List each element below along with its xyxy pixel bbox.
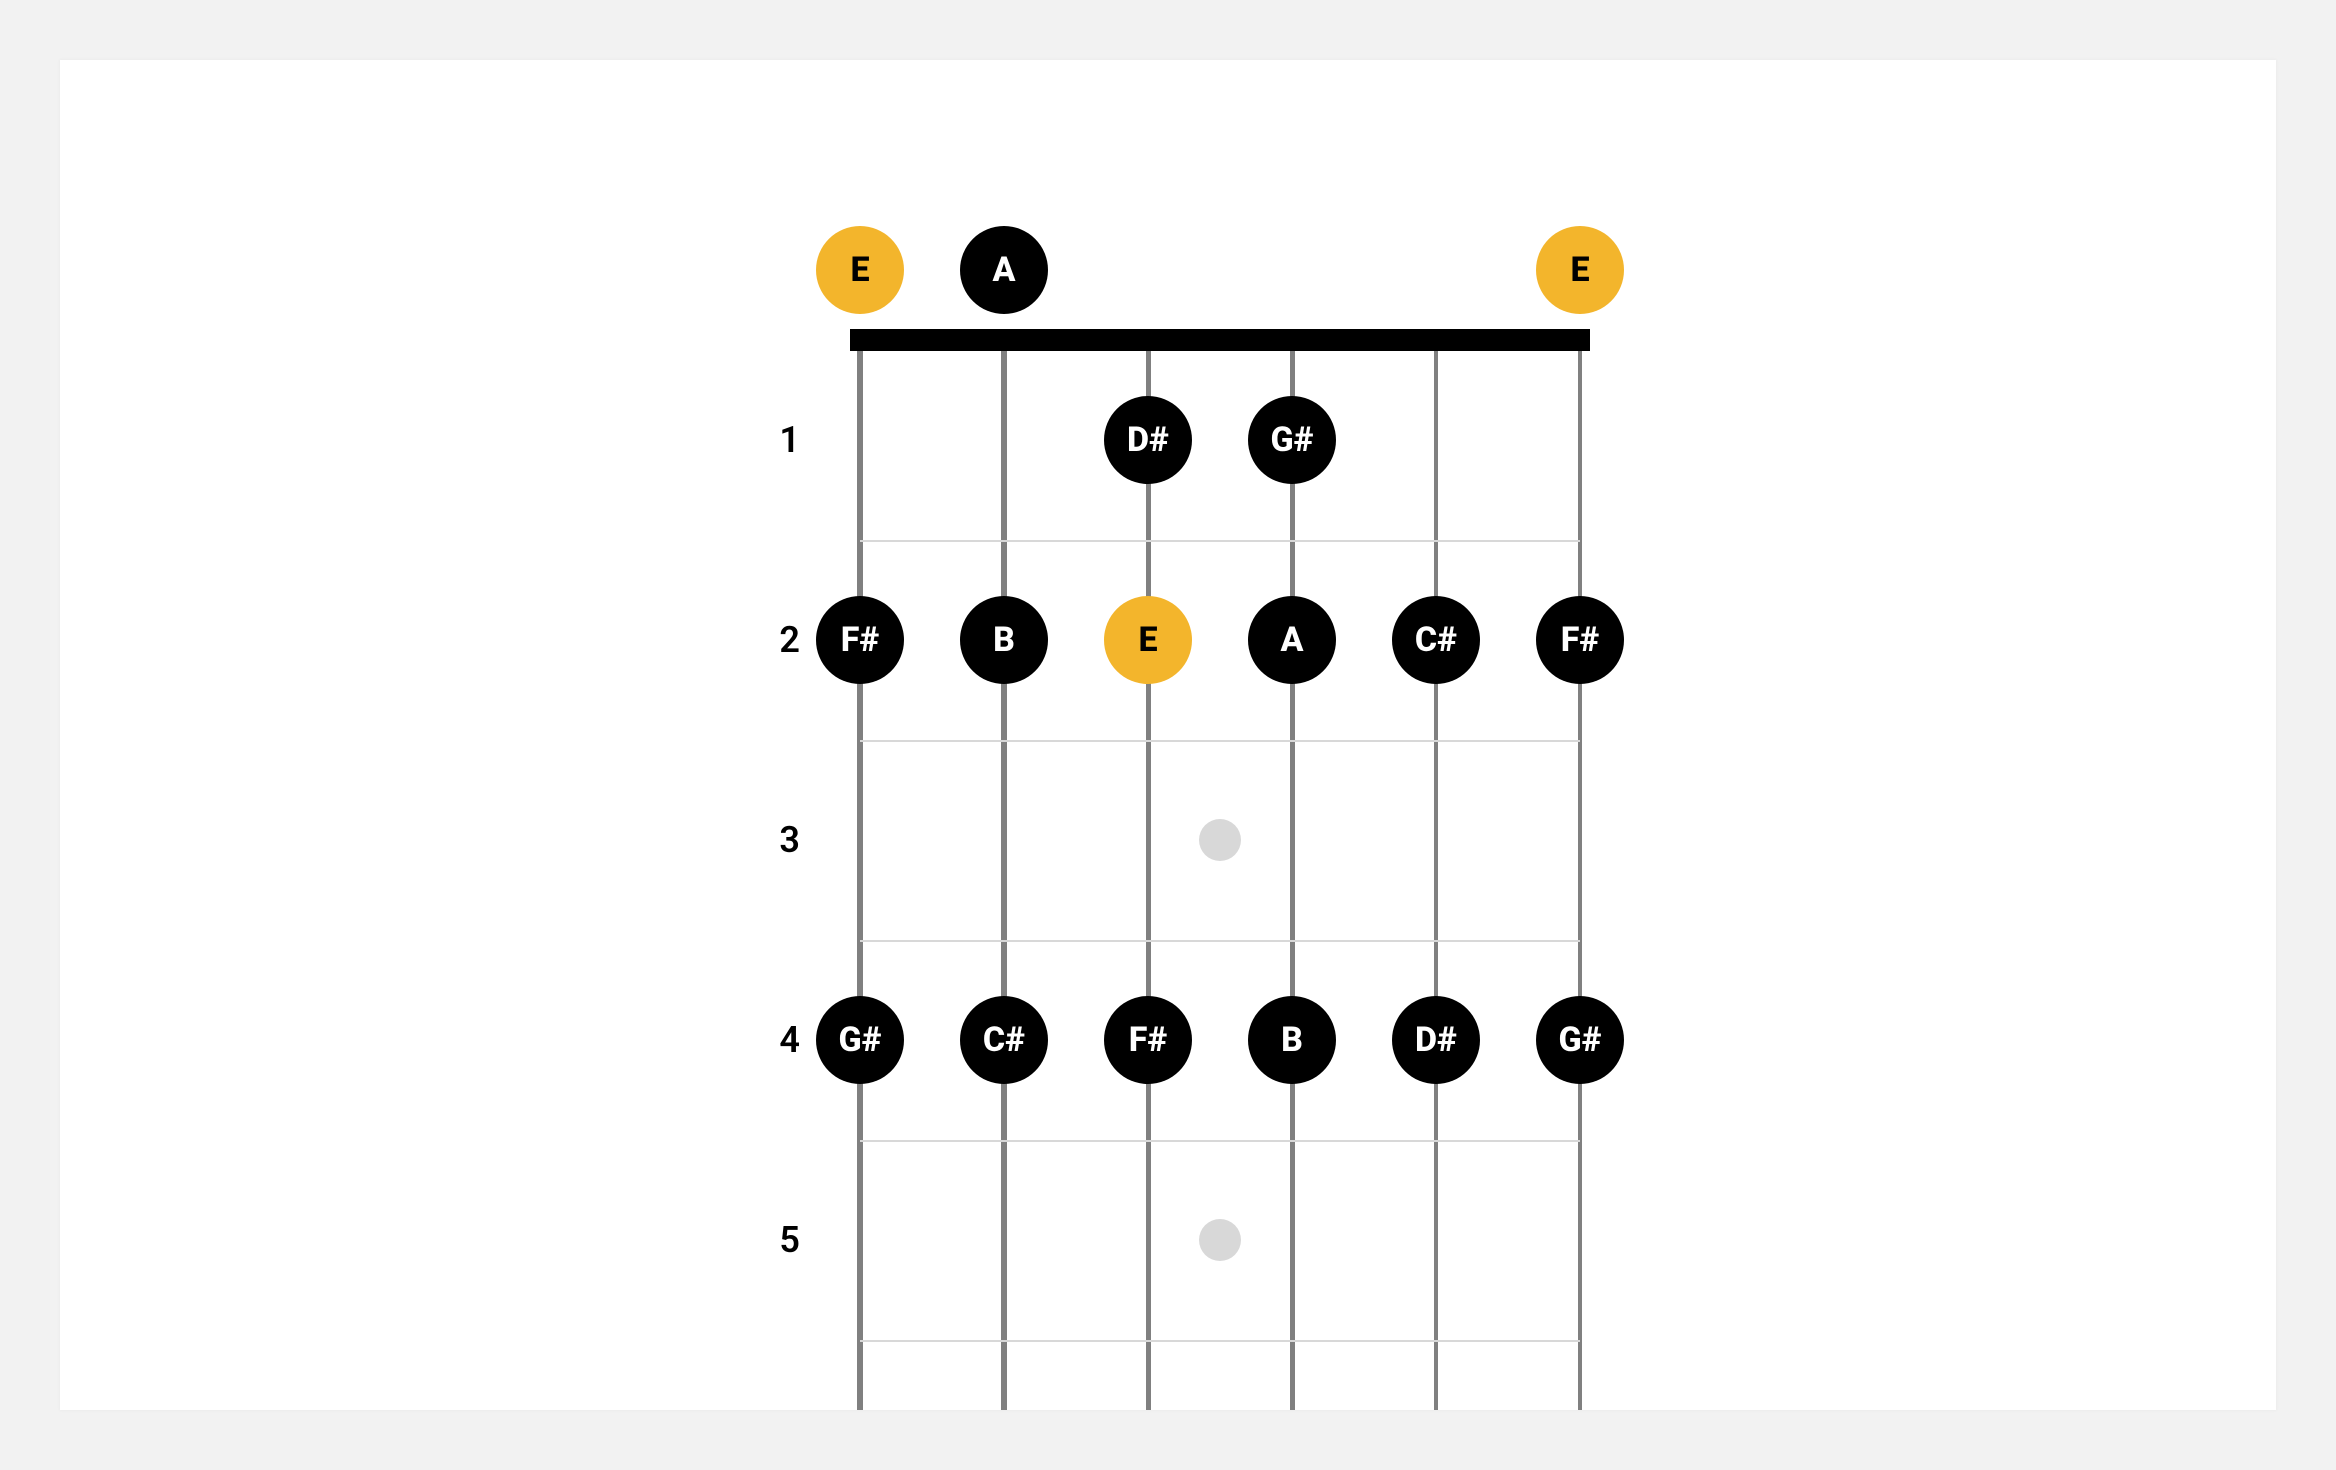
- note-fret-4-string-3: F#: [1104, 996, 1192, 1084]
- fretboard-card: 12345EAED#G#F#BEAC#F#G#C#F#BD#G#: [60, 60, 2276, 1410]
- note-fret-2-string-3: E: [1104, 596, 1192, 684]
- fret-wire-1: [860, 540, 1580, 542]
- note-fret-2-string-6: F#: [1536, 596, 1624, 684]
- note-fret-2-string-1: F#: [816, 596, 904, 684]
- note-fret-2-string-5: C#: [1392, 596, 1480, 684]
- open-note-string-6: E: [1536, 226, 1624, 314]
- fret-wire-5: [860, 1340, 1580, 1342]
- fret-wire-3: [860, 940, 1580, 942]
- note-fret-2-string-4: A: [1248, 596, 1336, 684]
- note-fret-4-string-4: B: [1248, 996, 1336, 1084]
- fret-wire-4: [860, 1140, 1580, 1142]
- fret-label-5: 5: [760, 1219, 800, 1261]
- note-fret-4-string-1: G#: [816, 996, 904, 1084]
- fret-label-4: 4: [760, 1019, 800, 1061]
- page-background: 12345EAED#G#F#BEAC#F#G#C#F#BD#G#: [0, 0, 2336, 1470]
- string-1: [857, 340, 863, 1410]
- fret-label-1: 1: [760, 419, 800, 461]
- inlay-fret-5: [1199, 1219, 1241, 1261]
- open-note-string-1: E: [816, 226, 904, 314]
- string-4: [1290, 340, 1295, 1410]
- nut: [850, 329, 1590, 351]
- string-3: [1146, 340, 1151, 1410]
- fret-label-2: 2: [760, 619, 800, 661]
- inlay-fret-3: [1199, 819, 1241, 861]
- fret-wire-2: [860, 740, 1580, 742]
- string-6: [1578, 340, 1582, 1410]
- string-5: [1434, 340, 1438, 1410]
- note-fret-4-string-6: G#: [1536, 996, 1624, 1084]
- open-note-string-2: A: [960, 226, 1048, 314]
- note-fret-1-string-3: D#: [1104, 396, 1192, 484]
- note-fret-4-string-5: D#: [1392, 996, 1480, 1084]
- note-fret-4-string-2: C#: [960, 996, 1048, 1084]
- note-fret-1-string-4: G#: [1248, 396, 1336, 484]
- note-fret-2-string-2: B: [960, 596, 1048, 684]
- string-2: [1001, 340, 1007, 1410]
- fret-label-3: 3: [760, 819, 800, 861]
